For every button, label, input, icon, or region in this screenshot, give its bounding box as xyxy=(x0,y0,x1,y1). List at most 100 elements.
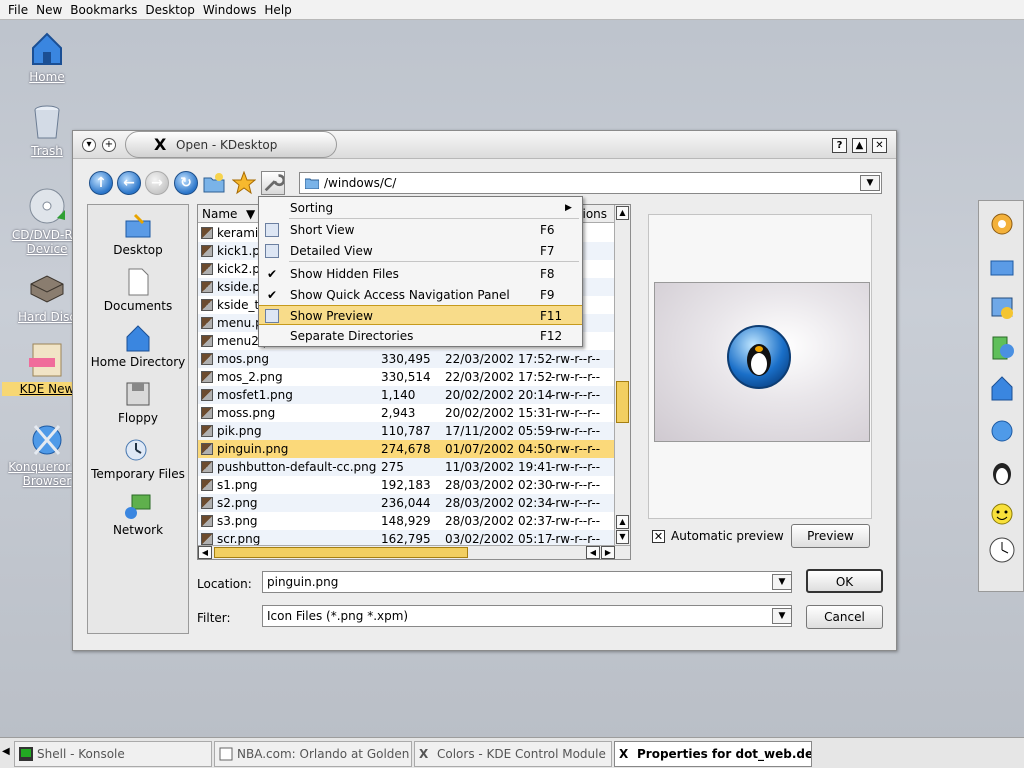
sidebar-item-desktop[interactable]: Desktop xyxy=(88,211,188,257)
horizontal-scrollbar[interactable]: ◀ ◀ ▶ xyxy=(198,545,630,559)
clock-icon[interactable] xyxy=(987,535,1017,565)
network-icon xyxy=(125,494,151,519)
automatic-preview-checkbox[interactable]: ✕ xyxy=(652,530,665,543)
window-menu-button[interactable]: ▾ xyxy=(82,138,96,152)
menu-desktop[interactable]: Desktop xyxy=(141,3,199,17)
new-folder-icon[interactable] xyxy=(202,171,226,195)
scroll-down-icon[interactable]: ▼ xyxy=(616,530,629,544)
menu-item-separate-directories[interactable]: Separate Directories F12 xyxy=(259,326,582,346)
menu-item-detailed-view[interactable]: Detailed View F7 xyxy=(259,241,582,261)
file-date: 11/03/2002 19:41 xyxy=(445,460,553,474)
url-combo[interactable]: /windows/C/ ▼ xyxy=(299,172,882,194)
bookmarks-star-icon[interactable] xyxy=(232,171,256,195)
smiley-icon[interactable] xyxy=(987,499,1017,529)
menu-new[interactable]: New xyxy=(32,3,66,17)
task-properties[interactable]: X Properties for dot_web.deskt xyxy=(614,741,812,767)
file-permissions: -rw-r--r-- xyxy=(551,424,601,438)
tux-panel-icon[interactable] xyxy=(987,457,1017,487)
table-row[interactable]: mos_2.png 330,514 22/03/2002 17:52 -rw-r--r… xyxy=(198,368,616,386)
up-button[interactable]: ↑ xyxy=(89,171,113,195)
task-colors[interactable]: X Colors - KDE Control Module xyxy=(414,741,612,767)
ok-button[interactable]: OK xyxy=(806,569,883,593)
scroll-up-icon[interactable]: ▲ xyxy=(616,515,629,529)
png-file-icon xyxy=(201,497,213,509)
menu-item-show-hidden-files[interactable]: ✔ Show Hidden Files F8 xyxy=(259,264,582,284)
scroll-left-icon[interactable]: ◀ xyxy=(586,546,600,559)
table-row[interactable]: pinguin.png 274,678 01/07/2002 04:50 -rw-r-… xyxy=(198,440,616,458)
menu-separator xyxy=(289,261,579,262)
menu-item-show-quick-access-navigation-panel[interactable]: ✔ Show Quick Access Navigation Panel F9 xyxy=(259,285,582,305)
arrow-forward-icon: → xyxy=(151,175,163,191)
desktop-icon-small[interactable] xyxy=(987,251,1017,281)
sidebar-item-documents[interactable]: Documents xyxy=(88,267,188,313)
table-row[interactable]: moss.png 2,943 20/02/2002 15:31 -rw-r--r-- xyxy=(198,404,616,422)
location-label: Location: xyxy=(197,577,252,591)
view-mode-icon xyxy=(265,309,279,323)
table-row[interactable]: s1.png 192,183 28/03/2002 02:30 -rw-r--r-- xyxy=(198,476,616,494)
table-row[interactable]: s3.png 148,929 28/03/2002 02:37 -rw-r--r-- xyxy=(198,512,616,530)
menu-item-show-preview[interactable]: Show Preview F11 xyxy=(259,305,582,325)
menu-item-shortcut: F6 xyxy=(540,223,555,237)
location-dropdown-button[interactable]: ▼ xyxy=(772,574,792,590)
file-date: 28/03/2002 02:30 xyxy=(445,478,553,492)
cancel-button[interactable]: Cancel xyxy=(806,605,883,629)
sidebar-item-home[interactable]: Home Directory xyxy=(88,323,188,369)
reload-icon: ↻ xyxy=(180,175,192,191)
sticky-button[interactable]: + xyxy=(102,138,116,152)
table-row[interactable]: s2.png 236,044 28/03/2002 02:34 -rw-r--r-- xyxy=(198,494,616,512)
column-name[interactable]: Name xyxy=(202,207,237,221)
scroll-up-icon[interactable]: ▲ xyxy=(616,206,629,220)
menu-help[interactable]: Help xyxy=(260,3,295,17)
vertical-scrollbar[interactable]: ▲ ▲ ▼ xyxy=(614,205,630,545)
preview-image xyxy=(654,282,870,442)
browser-panel-icon[interactable] xyxy=(987,415,1017,445)
scroll-thumb[interactable] xyxy=(616,381,629,423)
desktop-icon-home[interactable]: Home xyxy=(2,28,92,84)
forward-button[interactable]: → xyxy=(145,171,169,195)
table-row[interactable]: pik.png 110,787 17/11/2002 05:59 -rw-r--r-- xyxy=(198,422,616,440)
kde-gear-icon[interactable] xyxy=(987,209,1017,239)
preview-button[interactable]: Preview xyxy=(791,524,870,548)
dialog-titlebar[interactable]: ▾ + X Open - KDesktop ? ▲ ✕ xyxy=(73,131,896,159)
png-file-icon xyxy=(201,281,213,293)
menu-windows[interactable]: Windows xyxy=(199,3,261,17)
submenu-arrow-icon: ▶ xyxy=(565,203,572,213)
configure-button[interactable] xyxy=(261,171,286,195)
file-date: 22/03/2002 17:52 xyxy=(445,370,553,384)
file-name: moss.png xyxy=(217,406,276,420)
close-button[interactable]: ✕ xyxy=(872,138,887,153)
filter-combo[interactable]: Icon Files (*.png *.xpm) xyxy=(262,605,792,627)
back-button[interactable]: ← xyxy=(117,171,141,195)
home-panel-icon[interactable] xyxy=(987,373,1017,403)
scroll-right-icon[interactable]: ▶ xyxy=(601,546,615,559)
sidebar-item-network[interactable]: Network xyxy=(88,491,188,537)
file-date: 28/03/2002 02:34 xyxy=(445,496,553,510)
filter-dropdown-button[interactable]: ▼ xyxy=(772,608,792,624)
table-row[interactable]: pushbutton-default-cc.png 275 11/03/2002 1… xyxy=(198,458,616,476)
task-nba[interactable]: NBA.com: Orlando at Golden S xyxy=(214,741,412,767)
help-button[interactable]: ? xyxy=(832,138,847,153)
url-dropdown-button[interactable]: ▼ xyxy=(860,175,880,191)
file-permissions: -rw-r--r-- xyxy=(551,478,601,492)
task-konsole[interactable]: Shell - Konsole xyxy=(14,741,212,767)
menu-file[interactable]: File xyxy=(4,3,32,17)
reload-button[interactable]: ↻ xyxy=(174,171,198,195)
menu-item-sorting[interactable]: Sorting ▶ xyxy=(259,198,582,218)
menu-item-short-view[interactable]: Short View F6 xyxy=(259,220,582,240)
location-input[interactable]: pinguin.png xyxy=(262,571,792,593)
taskbar-scroll-left-icon[interactable]: ◀ xyxy=(2,746,10,757)
scroll-left-icon[interactable]: ◀ xyxy=(198,546,212,559)
sidebar-item-temporary[interactable]: Temporary Files xyxy=(88,435,188,481)
table-row[interactable]: mosfet1.png 1,140 20/02/2002 20:14 -rw-r--r… xyxy=(198,386,616,404)
check-icon: ✔ xyxy=(267,267,278,281)
hscroll-thumb[interactable] xyxy=(214,547,468,558)
shade-button[interactable]: ▲ xyxy=(852,138,867,153)
table-row[interactable]: mos.png 330,495 22/03/2002 17:52 -rw-r--r-- xyxy=(198,350,616,368)
control-center-icon[interactable] xyxy=(987,293,1017,323)
view-options-menu: Sorting ▶ Short View F6 Detailed View F7 ✔ Show… xyxy=(258,196,583,347)
sidebar-item-floppy[interactable]: Floppy xyxy=(88,379,188,425)
title-tab[interactable]: X Open - KDesktop xyxy=(125,131,337,158)
menu-bookmarks[interactable]: Bookmarks xyxy=(66,3,141,17)
task-label: Properties for dot_web.deskt xyxy=(637,747,811,761)
settings-icon[interactable] xyxy=(987,333,1017,363)
